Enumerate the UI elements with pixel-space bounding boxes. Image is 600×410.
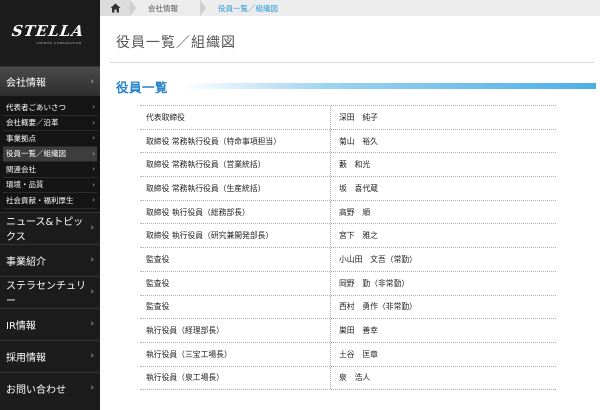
chevron-right-icon: ›	[90, 255, 94, 265]
officer-name: 高野 順	[330, 200, 370, 224]
officer-name: 西村 勇作（非常勤）	[330, 295, 417, 319]
officer-name: 坂 喜代蔵	[330, 177, 378, 200]
officer-name: 深田 純子	[330, 106, 378, 129]
chevron-right-icon: ›	[90, 76, 94, 87]
table-row: 執行役員（泉工場長） 泉 浩人	[140, 366, 556, 391]
nav-label: お問い合わせ	[6, 384, 66, 396]
home-icon	[110, 3, 120, 13]
table-row: 取締役 執行役員（研究兼開発部長） 宮下 雅之	[140, 224, 556, 249]
officer-name: 藪 和光	[330, 153, 370, 177]
logo[interactable]: STELLA CHEMIFA CORPORATION	[0, 0, 100, 66]
officer-role: 代表取締役	[146, 112, 185, 122]
nav-company-info[interactable]: 会社情報 ›	[0, 66, 100, 96]
nav-recruit[interactable]: 採用情報 ›	[0, 339, 100, 372]
table-row: 取締役 執行役員（総務部長） 高野 順	[140, 200, 556, 225]
officer-role: 取締役 常務執行役員（生産統括）	[146, 183, 266, 193]
table-row: 執行役員（経理部長） 巣田 善幸	[140, 319, 556, 343]
nav-label: 事業紹介	[6, 256, 46, 268]
officer-name: 小山田 文吾（常勤）	[330, 248, 417, 271]
subnav-item-affiliates[interactable]: 関連会社 ›	[3, 162, 97, 178]
subnav-label: 役員一覧／組織図	[6, 149, 66, 159]
subnav-label: 関連会社	[6, 164, 36, 174]
officer-name: 菊山 裕久	[330, 129, 378, 153]
subnav-item-greeting[interactable]: 代表者ごあいさつ ›	[3, 100, 97, 116]
chevron-right-icon: ›	[92, 165, 95, 174]
officer-role: 監査役	[146, 278, 170, 288]
officer-role: 取締役 執行役員（研究兼開発部長）	[146, 231, 274, 241]
officer-role: 取締役 常務執行役員（特命事項担当）	[146, 136, 282, 146]
main-content: 役員一覧／組織図 役員一覧 代表取締役 深田 純子 取締役 常務執行役員（特命事…	[100, 16, 600, 410]
officer-role: 監査役	[146, 302, 170, 312]
subnav-item-social[interactable]: 社会貢献・福利厚生 ›	[3, 193, 97, 209]
nav-business[interactable]: 事業紹介 ›	[0, 243, 100, 276]
officer-role: 執行役員（経理部長）	[146, 326, 224, 336]
table-row: 取締役 常務執行役員（営業統括） 藪 和光	[140, 153, 556, 178]
table-row: 執行役員（三宝工場長） 土谷 匡章	[140, 342, 556, 367]
chevron-right-icon: ›	[92, 196, 95, 205]
nav-label: 採用情報	[6, 352, 46, 364]
table-row: 代表取締役 深田 純子	[140, 106, 556, 130]
chevron-right-icon: ›	[90, 351, 94, 361]
table-row: 取締役 常務執行役員（特命事項担当） 菊山 裕久	[140, 129, 556, 154]
officer-role: 取締役 執行役員（総務部長）	[146, 207, 250, 217]
section-header: 役員一覧	[116, 76, 596, 96]
logo-text: STELLA	[10, 21, 86, 40]
table-row: 取締役 常務執行役員（生産統括） 坂 喜代蔵	[140, 177, 556, 201]
officer-role: 監査役	[146, 254, 170, 264]
section-title: 役員一覧	[116, 79, 169, 95]
table-row: 監査役 西村 勇作（非常勤）	[140, 295, 556, 320]
title-divider	[110, 62, 594, 63]
subnav-item-officers[interactable]: 役員一覧／組織図 ›	[3, 146, 97, 162]
nav-news[interactable]: ニュース&トピックス ›	[0, 211, 100, 244]
nav-label: ステラセンチュリー	[6, 281, 86, 307]
chevron-right-icon: ›	[90, 223, 94, 233]
officer-name: 泉 浩人	[330, 366, 370, 390]
chevron-right-icon: ›	[90, 383, 94, 393]
page: STELLA CHEMIFA CORPORATION 会社情報 › 代表者ごあい…	[0, 0, 600, 410]
subnav-label: 環境・品質	[6, 180, 44, 190]
chevron-right-icon: ›	[92, 134, 95, 143]
table-row: 監査役 岡野 勤（非常勤）	[140, 271, 556, 296]
nav-label: IR情報	[6, 320, 36, 332]
nav-stella-century[interactable]: ステラセンチュリー ›	[0, 275, 100, 308]
chevron-right-icon: ›	[92, 103, 95, 112]
subnav-label: 会社概要／沿革	[6, 118, 59, 128]
officer-name: 宮下 雅之	[330, 224, 378, 248]
nav-contact[interactable]: お問い合わせ ›	[0, 371, 100, 404]
subnav-item-environment[interactable]: 環境・品質 ›	[3, 178, 97, 193]
officers-table: 代表取締役 深田 純子 取締役 常務執行役員（特命事項担当） 菊山 裕久 取締役…	[140, 105, 556, 391]
officer-role: 執行役員（三宝工場長）	[146, 349, 232, 359]
chevron-right-icon: ›	[92, 149, 95, 158]
breadcrumb: 会社情報 役員一覧／組織図	[100, 0, 600, 16]
subnav-item-overview[interactable]: 会社概要／沿革 ›	[3, 116, 97, 131]
subnav-company-info: 代表者ごあいさつ › 会社概要／沿革 › 事業拠点 › 役員一覧／組織図 › 関…	[0, 96, 100, 212]
chevron-right-icon: ›	[90, 287, 94, 297]
officer-role: 執行役員（泉工場長）	[146, 373, 224, 383]
nav-ir[interactable]: IR情報 ›	[0, 307, 100, 340]
nav-label: ニュース&トピックス	[6, 217, 84, 243]
subnav-item-locations[interactable]: 事業拠点 ›	[3, 131, 97, 147]
officer-name: 岡野 勤（非常勤）	[330, 271, 409, 295]
chevron-right-icon: ›	[92, 118, 95, 127]
section-bar	[182, 83, 596, 89]
chevron-right-icon: ›	[92, 180, 95, 189]
subnav-label: 社会貢献・福利厚生	[6, 195, 74, 205]
breadcrumb-current: 役員一覧／組織図	[218, 3, 278, 13]
breadcrumb-company-info[interactable]: 会社情報	[136, 0, 200, 16]
officer-name: 土谷 匡章	[330, 342, 378, 366]
nav-label: 会社情報	[6, 78, 46, 89]
subnav-label: 事業拠点	[6, 133, 36, 143]
chevron-right-icon: ›	[90, 319, 94, 329]
page-title: 役員一覧／組織図	[116, 35, 236, 51]
officer-role: 取締役 常務執行役員（営業統括）	[146, 160, 266, 170]
officer-name: 巣田 善幸	[330, 319, 378, 342]
table-row: 監査役 小山田 文吾（常勤）	[140, 248, 556, 272]
sidebar: STELLA CHEMIFA CORPORATION 会社情報 › 代表者ごあい…	[0, 0, 100, 410]
logo-subtext: CHEMIFA CORPORATION	[36, 40, 82, 45]
breadcrumb-home[interactable]	[100, 0, 130, 16]
subnav-label: 代表者ごあいさつ	[6, 102, 66, 112]
